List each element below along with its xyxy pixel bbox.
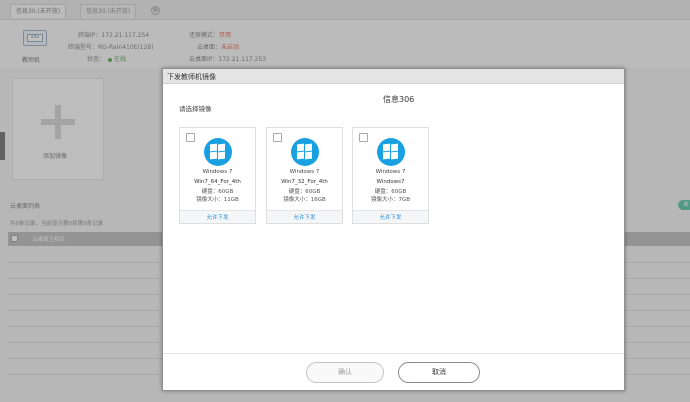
image-1-checkbox-icon[interactable] [186,133,195,142]
image-size: 镜像大小：11GB [196,197,239,203]
image-card-footer: 允许下发 [353,210,428,223]
windows-logo-icon [377,138,405,166]
windows-logo-icon [204,138,232,166]
image-card-2[interactable]: Windows 7 Win7_32_For_4th 硬盘：60GB 镜像大小：1… [266,127,343,224]
confirm-button[interactable]: 确认 [306,362,384,383]
windows-logo-icon [291,138,319,166]
image-name: Win7_64_For_4th [194,179,241,185]
image-disk: 硬盘：60GB [201,189,234,195]
image-card-3[interactable]: Windows 7 Windows7 硬盘：60GB 镜像大小：7GB 允许下发 [352,127,429,224]
deploy-image-dialog: 下发教师机镜像 请选择镜像 信息306 Windows 7 Win7_64_Fo… [162,68,625,391]
allow-deploy-button[interactable]: 允许下发 [180,213,255,221]
classroom-name: 信息306 [383,95,415,104]
image-os: Windows 7 [375,169,406,175]
image-card-footer: 允许下发 [180,210,255,223]
image-disk: 硬盘：60GB [374,189,407,195]
image-card-1[interactable]: Windows 7 Win7_64_For_4th 硬盘：60GB 镜像大小：1… [179,127,256,224]
select-image-prompt: 请选择镜像 [179,105,212,113]
image-card-footer: 允许下发 [267,210,342,223]
image-size: 镜像大小：16GB [283,197,326,203]
image-name: Win7_32_For_4th [281,179,328,185]
image-os: Windows 7 [289,169,320,175]
image-name: Windows7 [376,179,405,185]
cancel-button[interactable]: 取消 [398,362,480,383]
dialog-title: 下发教师机镜像 [167,73,216,81]
allow-deploy-button[interactable]: 允许下发 [267,213,342,221]
image-size: 镜像大小：7GB [370,197,411,203]
image-disk: 硬盘：60GB [288,189,321,195]
allow-deploy-button[interactable]: 允许下发 [353,213,428,221]
image-2-checkbox-icon[interactable] [273,133,282,142]
image-os: Windows 7 [202,169,233,175]
dialog-titlebar: 下发教师机镜像 [163,69,624,84]
dialog-footer-divider [163,353,624,354]
image-3-checkbox-icon[interactable] [359,133,368,142]
